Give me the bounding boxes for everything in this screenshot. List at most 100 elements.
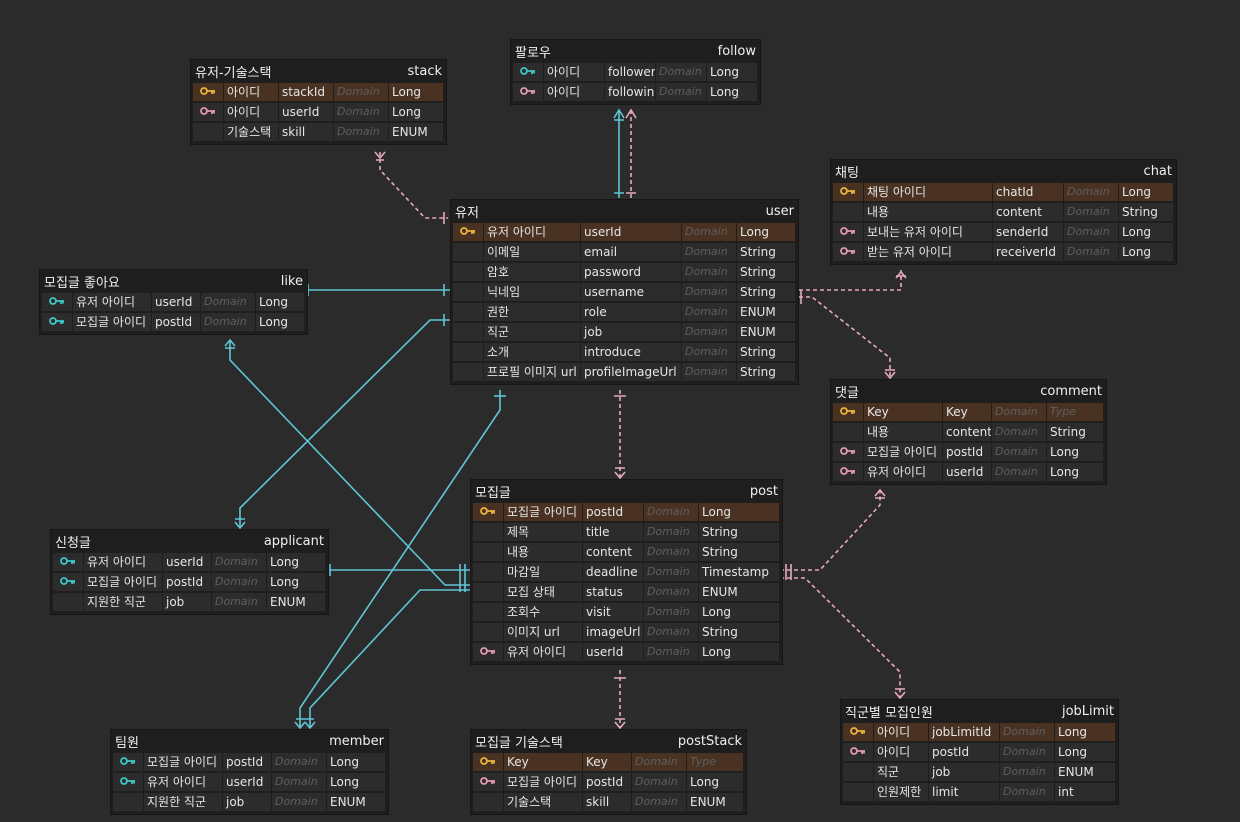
column-row[interactable]: 닉네임 username Domain String bbox=[453, 282, 796, 302]
table-post[interactable]: 모집글 post 모집글 아이디 postId Domain Long 제목 title Dom… bbox=[471, 480, 782, 664]
column-domain: Domain bbox=[656, 83, 706, 101]
column-row[interactable]: 조회수 visit Domain Long bbox=[473, 602, 780, 622]
column-row[interactable]: 유저 아이디 userId Domain Long bbox=[113, 772, 386, 792]
column-domain: Domain bbox=[644, 503, 698, 521]
column-row[interactable]: 모집 상태 status Domain ENUM bbox=[473, 582, 780, 602]
column-row[interactable]: 아이디followingDomainLong bbox=[513, 82, 758, 102]
column-row[interactable]: 모집글 아이디 postId Domain Long bbox=[473, 502, 780, 522]
key-cell bbox=[833, 463, 863, 481]
table-header[interactable]: 채팅 chat bbox=[831, 160, 1176, 182]
column-logical: 내용 bbox=[504, 543, 582, 561]
table-member[interactable]: 팀원 member 모집글 아이디 postId Domain Long 유저 아이디 use… bbox=[111, 730, 388, 814]
column-row[interactable]: 프로필 이미지 url profileImageUrl Domain String bbox=[453, 362, 796, 382]
table-header[interactable]: 모집글 기술스택 postStack bbox=[471, 730, 746, 752]
column-row[interactable]: 유저 아이디 userId Domain Long bbox=[53, 552, 326, 572]
column-row[interactable]: 마감일 deadline Domain Timestamp bbox=[473, 562, 780, 582]
table-header[interactable]: 팀원 member bbox=[111, 730, 388, 752]
column-row[interactable]: 유저 아이디 userId Domain Long bbox=[473, 642, 780, 662]
column-row[interactable]: 이메일 email Domain String bbox=[453, 242, 796, 262]
column-domain: Domain bbox=[644, 623, 698, 641]
column-row[interactable]: 아이디 follower Domain Long bbox=[513, 62, 758, 82]
key-cell bbox=[473, 643, 503, 661]
key-cell bbox=[453, 323, 483, 341]
table-chat[interactable]: 채팅 chat 채팅 아이디 chatId Domain Long 내용 content Dom… bbox=[831, 160, 1176, 264]
column-row[interactable]: 모집글 아이디 postId Domain Long bbox=[833, 442, 1104, 462]
table-header[interactable]: 직군별 모집인원 jobLimit bbox=[841, 700, 1118, 722]
column-row[interactable]: 유저 아이디 userId Domain Long bbox=[42, 292, 305, 312]
column-row[interactable]: 직군 job Domain ENUM bbox=[843, 762, 1116, 782]
table-applicant[interactable]: 신청글 applicant 유저 아이디 userId Domain Long 모집글 아이… bbox=[51, 530, 328, 614]
column-type: Long bbox=[256, 313, 304, 331]
column-physical: visit bbox=[583, 603, 643, 621]
table-header[interactable]: 모집글 좋아요 like bbox=[40, 270, 307, 292]
column-domain: Domain bbox=[1000, 743, 1054, 761]
column-logical: 보내는 유저 아이디 bbox=[864, 223, 992, 241]
table-postStack[interactable]: 모집글 기술스택 postStack Key Key Domain Type 모집글 아이디… bbox=[471, 730, 746, 814]
column-row[interactable]: 소개 introduce Domain String bbox=[453, 342, 796, 362]
table-stack[interactable]: 유저-기술스택 stack 아이디 stackId Domain Long 아이디 userI… bbox=[191, 60, 446, 144]
column-type: Long bbox=[327, 753, 385, 771]
column-row[interactable]: Key Key Domain Type bbox=[833, 402, 1104, 422]
column-type: Long bbox=[707, 63, 757, 81]
column-row[interactable]: 기술스택 skill Domain ENUM bbox=[193, 122, 444, 142]
column-type: Long bbox=[267, 553, 325, 571]
relation-markers bbox=[795, 290, 896, 380]
column-type: Long bbox=[699, 503, 779, 521]
column-physical: content bbox=[943, 423, 991, 441]
relation-post-member bbox=[309, 589, 470, 728]
column-row[interactable]: 채팅 아이디 chatId Domain Long bbox=[833, 182, 1174, 202]
table-jobLimit[interactable]: 직군별 모집인원 jobLimit 아이디 jobLimitId Domain Long 아… bbox=[841, 700, 1118, 804]
column-row[interactable]: 모집글 아이디 postId Domain Long bbox=[473, 772, 744, 792]
column-row[interactable]: 지원한 직군 job Domain ENUM bbox=[113, 792, 386, 812]
column-type: Long bbox=[1055, 743, 1115, 761]
table-follow[interactable]: 팔로우 follow 아이디 follower Domain Long 아이디 followi… bbox=[511, 40, 760, 104]
column-logical: 소개 bbox=[484, 343, 580, 361]
table-header[interactable]: 유저 user bbox=[451, 200, 798, 222]
column-row[interactable]: 모집글 아이디 postId Domain Long bbox=[42, 312, 305, 332]
table-header[interactable]: 팔로우 follow bbox=[511, 40, 760, 62]
column-row[interactable]: 내용 content Domain String bbox=[833, 422, 1104, 442]
column-type: ENUM bbox=[737, 303, 795, 321]
column-row[interactable]: Key Key Domain Type bbox=[473, 752, 744, 772]
column-physical: status bbox=[583, 583, 643, 601]
column-type: ENUM bbox=[737, 323, 795, 341]
column-row[interactable]: 모집글 아이디 postId Domain Long bbox=[53, 572, 326, 592]
column-row[interactable]: 인원제한 limit Domain int bbox=[843, 782, 1116, 802]
table-header[interactable]: 신청글 applicant bbox=[51, 530, 328, 552]
column-row[interactable]: 유저 아이디 userId Domain Long bbox=[833, 462, 1104, 482]
column-logical: 제목 bbox=[504, 523, 582, 541]
column-row[interactable]: 제목 title Domain String bbox=[473, 522, 780, 542]
column-row[interactable]: 이미지 url imageUrl Domain String bbox=[473, 622, 780, 642]
table-header[interactable]: 유저-기술스택 stack bbox=[191, 60, 446, 82]
column-row[interactable]: 암호 password Domain String bbox=[453, 262, 796, 282]
column-row[interactable]: 아이디 userId Domain Long bbox=[193, 102, 444, 122]
column-logical: 모집글 아이디 bbox=[73, 313, 151, 331]
primary-key-icon bbox=[200, 83, 216, 101]
column-row[interactable]: 유저 아이디 userId Domain Long bbox=[453, 222, 796, 242]
column-row[interactable]: 받는 유저 아이디 receiverId Domain Long bbox=[833, 242, 1174, 262]
column-logical: 유저 아이디 bbox=[864, 463, 942, 481]
column-logical: 채팅 아이디 bbox=[864, 183, 992, 201]
column-row[interactable]: 기술스택 skill Domain ENUM bbox=[473, 792, 744, 812]
table-header[interactable]: 댓글 comment bbox=[831, 380, 1106, 402]
column-row[interactable]: 모집글 아이디 postId Domain Long bbox=[113, 752, 386, 772]
table-physical-name: chat bbox=[1143, 163, 1172, 179]
column-row[interactable]: 보내는 유저 아이디 senderId Domain Long bbox=[833, 222, 1174, 242]
column-row[interactable]: 내용 content Domain String bbox=[473, 542, 780, 562]
table-comment[interactable]: 댓글 comment Key Key Domain Type 내용 content Domain… bbox=[831, 380, 1106, 484]
column-type: Long bbox=[1119, 223, 1173, 241]
table-like[interactable]: 모집글 좋아요 like 유저 아이디 userId Domain Long 모집글 아이디… bbox=[40, 270, 307, 334]
key-cell bbox=[53, 593, 83, 611]
key-cell bbox=[473, 773, 503, 791]
column-type: ENUM bbox=[1055, 763, 1115, 781]
primary-key-icon bbox=[840, 183, 856, 201]
table-user[interactable]: 유저 user 유저 아이디 userId Domain Long 이메일 email Doma… bbox=[451, 200, 798, 384]
table-header[interactable]: 모집글 post bbox=[471, 480, 782, 502]
column-row[interactable]: 내용 content Domain String bbox=[833, 202, 1174, 222]
column-row[interactable]: 아이디 postId Domain Long bbox=[843, 742, 1116, 762]
column-row[interactable]: 아이디 stackId Domain Long bbox=[193, 82, 444, 102]
column-row[interactable]: 지원한 직군 job Domain ENUM bbox=[53, 592, 326, 612]
column-row[interactable]: 직군 job Domain ENUM bbox=[453, 322, 796, 342]
column-row[interactable]: 아이디 jobLimitId Domain Long bbox=[843, 722, 1116, 742]
column-row[interactable]: 권한 role Domain ENUM bbox=[453, 302, 796, 322]
